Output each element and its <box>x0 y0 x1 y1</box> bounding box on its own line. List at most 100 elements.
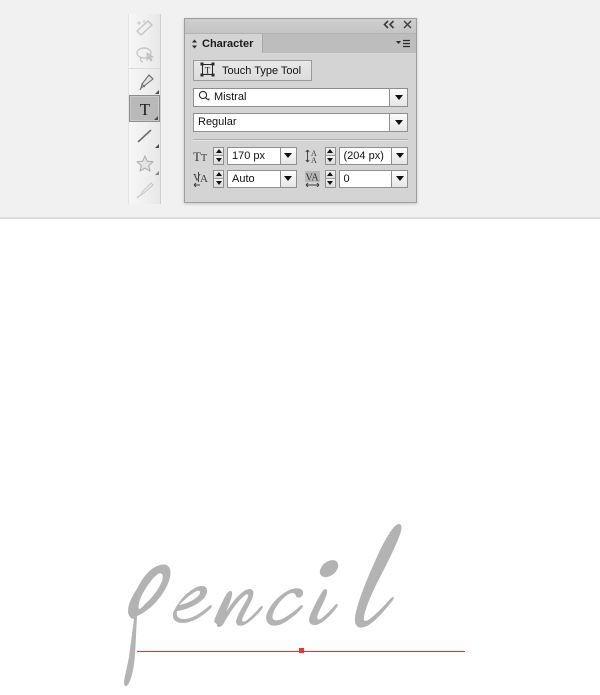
font-size-field[interactable]: 170 px <box>227 146 297 165</box>
panel-tab-row[interactable]: Character <box>185 34 416 53</box>
touch-type-icon: T <box>200 62 215 80</box>
artboard-canvas[interactable] <box>0 218 600 686</box>
paintbrush-icon <box>136 181 154 198</box>
font-size-value: 170 px <box>232 149 266 162</box>
magic-wand-icon <box>135 19 153 36</box>
tool-star[interactable] <box>129 149 160 176</box>
line-segment-icon <box>136 128 152 143</box>
pen-icon <box>138 74 154 91</box>
svg-text:T: T <box>193 149 201 163</box>
kerning-dropdown-button[interactable] <box>279 170 296 187</box>
font-style-value: Regular <box>198 116 237 128</box>
tracking-glyph-icon: VA <box>304 170 320 187</box>
svg-text:T: T <box>201 153 207 163</box>
font-size-icon: T T <box>193 147 210 165</box>
tracking-field[interactable]: 0 <box>338 169 408 188</box>
kerning-stepper[interactable] <box>213 169 224 188</box>
font-family-combo[interactable]: Mistral <box>193 87 408 107</box>
kerning-increment[interactable] <box>214 170 223 179</box>
kerning-glyph-icon: V A <box>193 171 208 187</box>
tool-magic-wand[interactable] <box>129 14 160 41</box>
metrics-right-column: A A (204 px) VA 0 <box>304 146 408 188</box>
panel-titlebar[interactable] <box>185 19 416 34</box>
font-style-value-wrap[interactable]: Regular <box>194 114 389 131</box>
kerning-row: V A Auto <box>193 169 297 188</box>
chevron-down-icon <box>395 176 404 181</box>
tool-pen[interactable] <box>129 68 160 95</box>
tracking-increment[interactable] <box>325 170 335 179</box>
triangle-down-icon <box>215 157 222 162</box>
leading-glyph-icon: A A <box>304 149 317 164</box>
font-style-combo[interactable]: Regular <box>193 112 408 132</box>
artwork-group[interactable] <box>118 515 488 695</box>
chevron-down-icon <box>395 153 404 158</box>
tool-paintbrush[interactable] <box>129 176 160 203</box>
line-flyout-indicator[interactable] <box>155 144 159 148</box>
leading-icon: A A <box>304 147 322 165</box>
touch-type-tool-button[interactable]: T Touch Type Tool <box>193 60 313 81</box>
kerning-value: Auto <box>232 172 255 185</box>
tracking-icon: VA <box>304 170 322 188</box>
pencil-text-outline[interactable] <box>118 515 488 695</box>
type-anchor-point[interactable] <box>299 648 304 653</box>
svg-text:T: T <box>205 65 211 75</box>
character-panel[interactable]: Character T Touch Type Tool Mistral Regu… <box>184 18 417 203</box>
panel-body: T Touch Type Tool Mistral Regular T T 17… <box>185 53 416 188</box>
triangle-up-icon <box>215 172 222 177</box>
triangle-up-icon <box>327 149 333 154</box>
svg-text:VA: VA <box>305 172 319 183</box>
tool-lasso[interactable] <box>129 41 160 68</box>
leading-dropdown-button[interactable] <box>391 147 407 164</box>
font-size-increment[interactable] <box>214 147 223 156</box>
leading-increment[interactable] <box>325 147 335 156</box>
tool-line-segment[interactable] <box>129 122 160 149</box>
star-flyout-indicator[interactable] <box>155 171 159 175</box>
font-size-stepper[interactable] <box>213 146 224 165</box>
search-icon[interactable] <box>198 90 211 105</box>
leading-decrement[interactable] <box>325 156 335 164</box>
panel-menu-icon[interactable] <box>395 39 411 49</box>
type-flyout-indicator[interactable] <box>154 116 158 120</box>
tracking-value: 0 <box>343 172 350 185</box>
font-family-dropdown-button[interactable] <box>389 88 407 106</box>
leading-row: A A (204 px) <box>304 146 408 165</box>
tracking-dropdown-button[interactable] <box>391 170 407 187</box>
triangle-up-icon <box>327 172 333 177</box>
font-size-dropdown-button[interactable] <box>279 147 296 164</box>
hamburger-menu-icon <box>396 39 410 47</box>
kerning-icon: V A <box>193 170 210 188</box>
collapse-icon[interactable] <box>383 20 396 29</box>
triangle-down-icon <box>327 180 333 185</box>
panel-titlebar-buttons <box>383 20 412 29</box>
font-style-dropdown-button[interactable] <box>389 113 407 131</box>
panel-separator <box>193 138 408 141</box>
close-x-icon <box>403 20 412 29</box>
tracking-stepper[interactable] <box>324 169 336 188</box>
kerning-field[interactable]: Auto <box>227 169 297 188</box>
metrics-left-column: T T 170 px V A Auto <box>193 146 297 188</box>
tool-type[interactable]: T <box>129 95 160 122</box>
tracking-row: VA 0 <box>304 169 408 188</box>
panel-tab-filler <box>263 34 416 53</box>
font-family-value-wrap[interactable]: Mistral <box>194 89 389 106</box>
tools-panel[interactable]: T <box>128 14 161 204</box>
tracking-decrement[interactable] <box>325 179 335 187</box>
triangle-down-icon <box>215 180 222 185</box>
leading-field[interactable]: (204 px) <box>338 146 408 165</box>
leading-stepper[interactable] <box>324 146 336 165</box>
close-icon[interactable] <box>403 20 412 29</box>
triangle-down-icon <box>327 157 333 162</box>
tab-character-label: Character <box>202 37 254 50</box>
chevron-down-icon <box>284 176 292 181</box>
pen-flyout-indicator[interactable] <box>155 90 159 94</box>
panel-expand-arrows-icon[interactable] <box>191 39 198 49</box>
type-tool-icon: T <box>139 100 150 118</box>
font-family-row: Mistral <box>193 87 408 107</box>
font-style-row: Regular <box>193 112 408 132</box>
chevron-down-icon <box>394 94 403 100</box>
magnifier-icon <box>198 90 210 101</box>
tab-character[interactable]: Character <box>185 34 264 53</box>
touch-type-tool-label: Touch Type Tool <box>222 64 302 77</box>
font-size-decrement[interactable] <box>214 156 223 164</box>
kerning-decrement[interactable] <box>214 179 223 187</box>
